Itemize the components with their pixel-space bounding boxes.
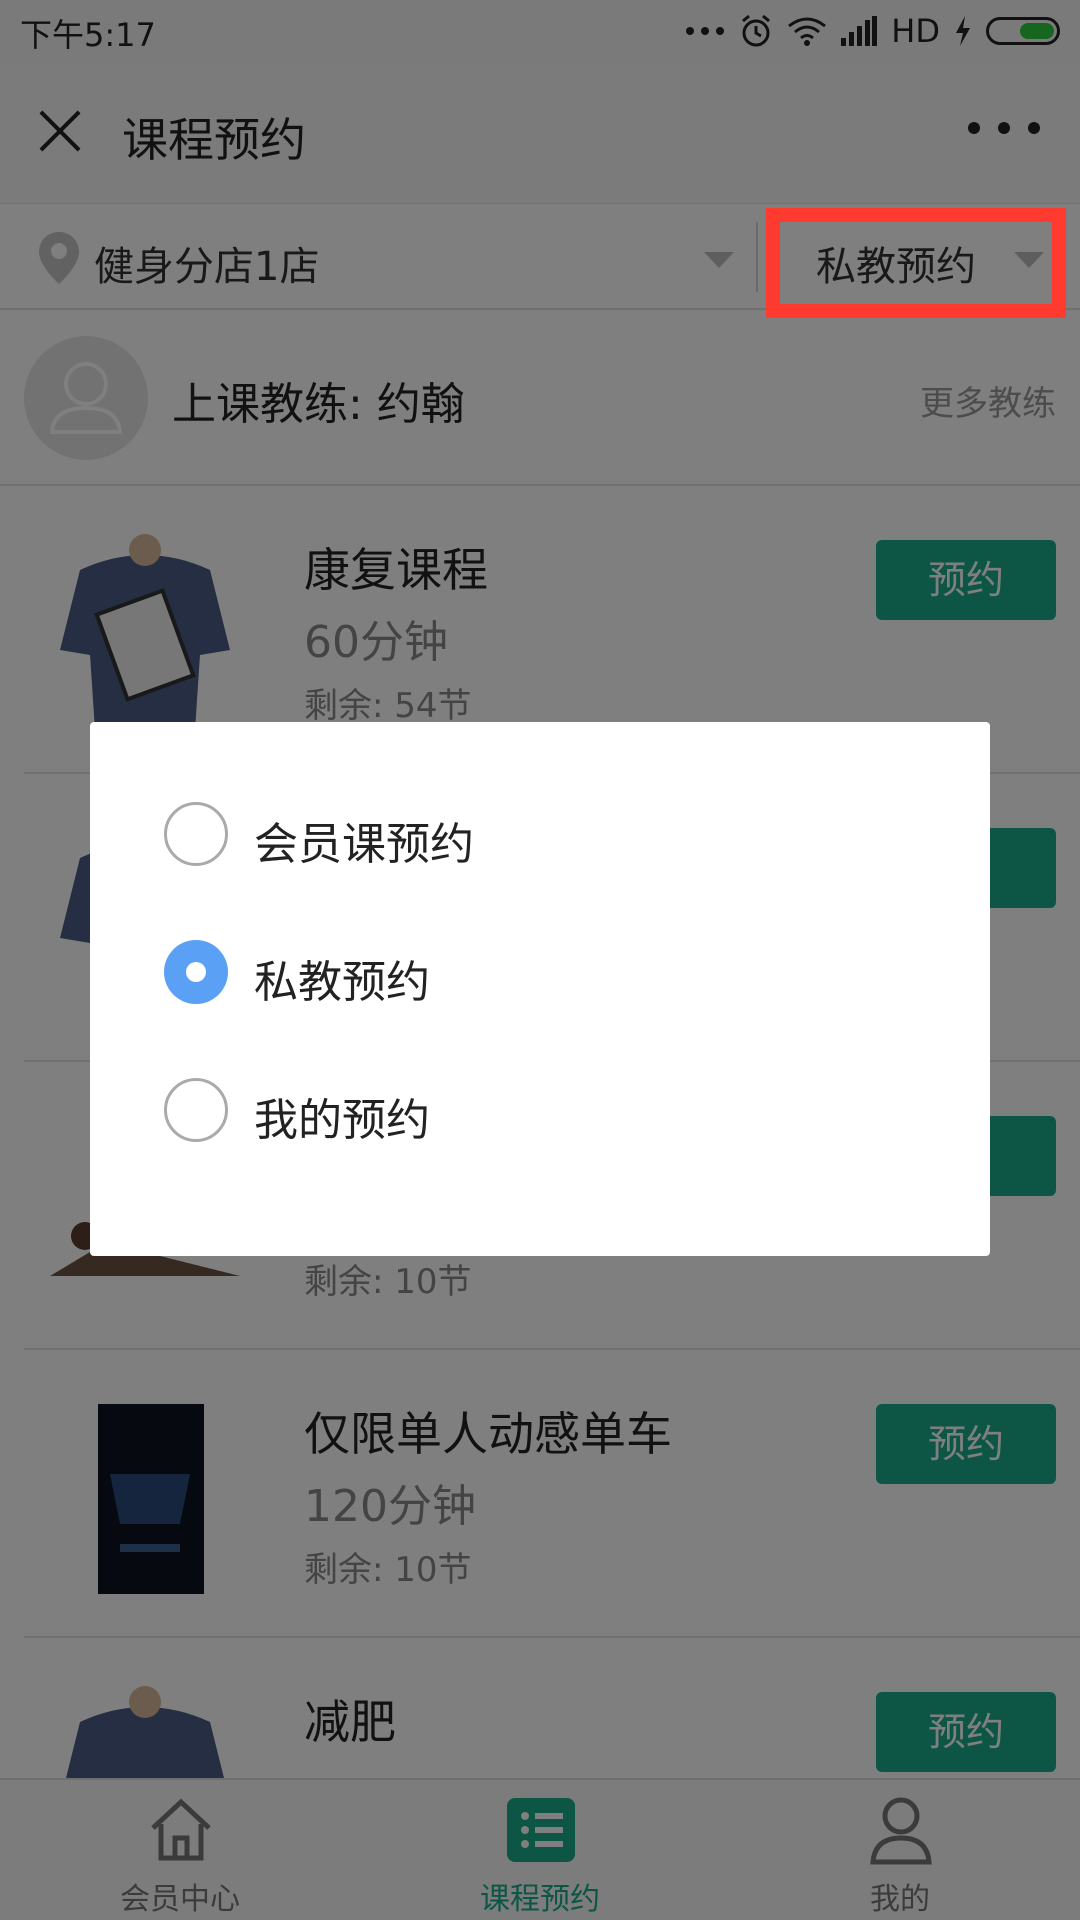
radio-unchecked[interactable] (164, 802, 228, 866)
option-private-coach-booking[interactable]: 私教预约 (90, 912, 990, 1032)
booking-type-dialog: 会员课预约 私教预约 我的预约 (90, 722, 990, 1256)
radio-checked[interactable] (164, 940, 228, 1004)
option-label: 我的预约 (254, 1095, 430, 1146)
highlight-box (766, 208, 1066, 318)
radio-unchecked[interactable] (164, 1078, 228, 1142)
option-my-bookings[interactable]: 我的预约 (90, 1050, 990, 1170)
option-label: 会员课预约 (254, 819, 474, 870)
option-label: 私教预约 (254, 957, 430, 1008)
screen: 下午5:17 HD 课程预约 健身分店1店 私教预约 (0, 0, 1080, 1920)
option-member-class-booking[interactable]: 会员课预约 (90, 774, 990, 894)
